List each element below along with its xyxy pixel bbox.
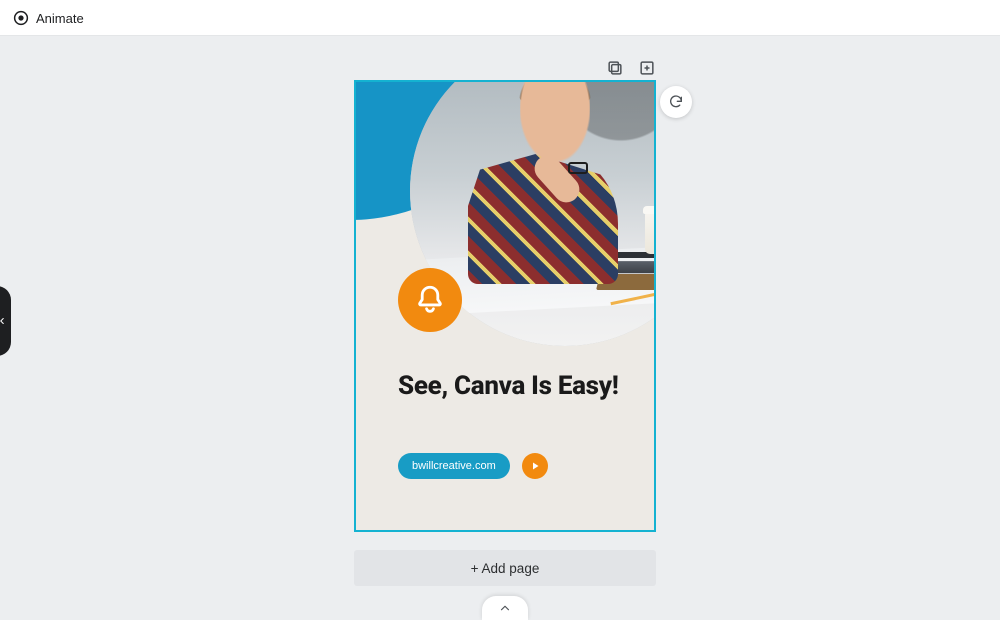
- play-icon: [529, 460, 541, 472]
- url-pill-button[interactable]: bwillcreative.com: [398, 453, 510, 479]
- page-tools: [605, 58, 657, 78]
- chevron-left-icon: [0, 316, 7, 326]
- duplicate-page-button[interactable]: [605, 58, 625, 78]
- add-page-icon: [637, 58, 657, 78]
- photo-glasses: [568, 162, 588, 174]
- play-button[interactable]: [522, 453, 548, 479]
- headline-text[interactable]: See, Canva Is Easy!: [398, 370, 626, 403]
- animate-label: Animate: [36, 11, 84, 26]
- top-toolbar: Animate: [0, 0, 1000, 36]
- animate-icon: [12, 9, 30, 27]
- bell-icon: [413, 283, 447, 317]
- photo-head: [520, 80, 590, 162]
- duplicate-page-icon: [605, 58, 625, 78]
- regenerate-icon: [668, 94, 684, 110]
- regenerate-button[interactable]: [660, 86, 692, 118]
- add-page-bar[interactable]: + Add page: [354, 550, 656, 586]
- chevron-up-icon: [498, 601, 512, 615]
- bell-badge[interactable]: [398, 268, 462, 332]
- photo-cup: [645, 212, 656, 254]
- new-page-button[interactable]: [637, 58, 657, 78]
- design-canvas[interactable]: See, Canva Is Easy! bwillcreative.com: [354, 80, 656, 532]
- bottom-panel-toggle[interactable]: [482, 596, 528, 620]
- side-panel-collapse[interactable]: [0, 286, 11, 356]
- animate-button[interactable]: Animate: [8, 6, 88, 30]
- cta-row: bwillcreative.com: [398, 453, 548, 479]
